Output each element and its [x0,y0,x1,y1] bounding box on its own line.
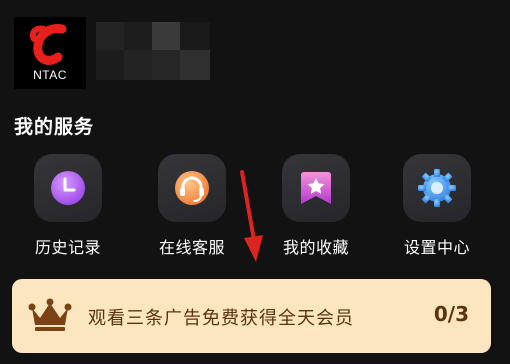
service-support-button[interactable]: 在线客服 [144,150,240,262]
service-history-button[interactable]: 历史记录 [20,150,116,262]
avatar-brand-text: NTAC [33,68,67,82]
services-section-title: 我的服务 [14,116,95,138]
service-settings-button[interactable]: 设置中心 [389,150,485,262]
service-label-history: 历史记录 [34,238,101,257]
free-membership-banner[interactable]: 观看三条广告免费获得全天会员 0/3 [12,279,491,353]
service-favorites-button[interactable]: 我的收藏 [268,150,364,262]
banner-text: 观看三条广告免费获得全天会员 [88,308,354,329]
annotation-arrow-icon [240,170,263,262]
support-tile [158,154,226,222]
gear-icon [418,169,456,207]
history-tile [34,154,102,222]
crown-icon [28,298,72,331]
ad-watch-progress: 0/3 [433,302,469,326]
bookmark-star-icon [301,172,331,204]
service-label-support: 在线客服 [158,238,225,257]
service-label-settings: 设置中心 [403,238,470,257]
headset-icon [175,171,209,205]
service-label-favorites: 我的收藏 [282,238,349,257]
clock-icon [51,171,85,205]
username-censored [96,22,212,80]
profile-avatar[interactable]: NTAC [14,17,86,89]
favorites-tile [282,154,350,222]
settings-tile [403,154,471,222]
